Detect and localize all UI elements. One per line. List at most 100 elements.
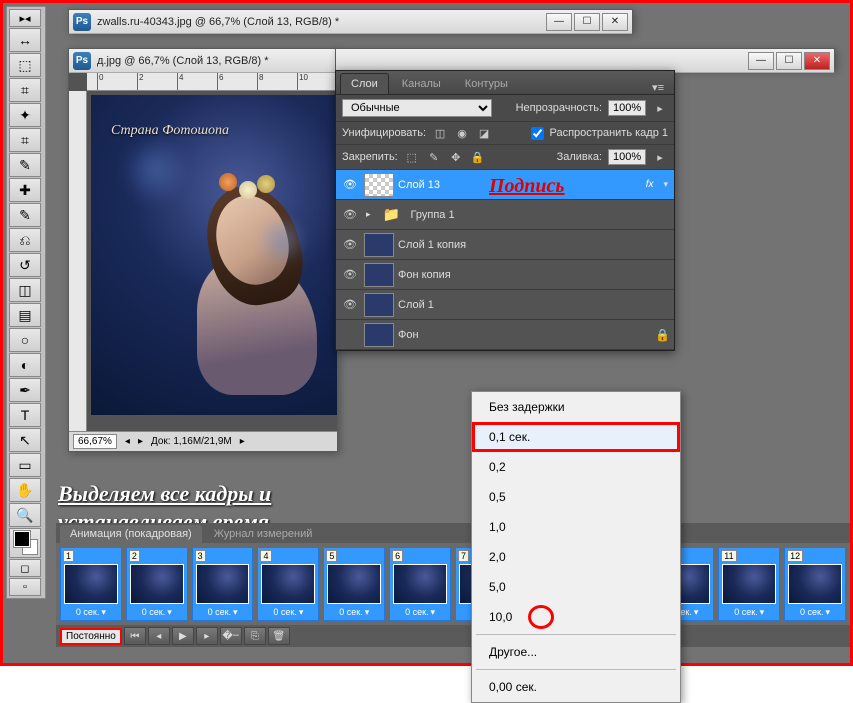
delay-option-highlighted[interactable]: 0,1 сек. xyxy=(472,422,680,452)
frame-delay-label[interactable]: 0 сек. xyxy=(208,607,231,618)
minimize-button[interactable]: — xyxy=(546,13,572,31)
layer-row[interactable]: 👁 Фон копия xyxy=(336,260,674,290)
layer-thumbnail[interactable] xyxy=(364,323,394,347)
chevron-down-icon[interactable]: ▾ xyxy=(167,607,172,618)
heal-tool[interactable]: ✚ xyxy=(9,178,41,202)
frame-delay-label[interactable]: 0 сек. xyxy=(273,607,296,618)
tab-measurement-log[interactable]: Журнал измерений xyxy=(204,525,323,543)
chevron-down-icon[interactable]: ▾ xyxy=(431,607,436,618)
animation-frame[interactable]: 2 0 сек.▾ xyxy=(126,547,188,621)
lock-all-icon[interactable]: 🔒 xyxy=(470,150,486,164)
type-tool[interactable]: T xyxy=(9,403,41,427)
layer-row[interactable]: Фон 🔒 xyxy=(336,320,674,350)
lock-transparency-icon[interactable]: ⬚ xyxy=(404,150,420,164)
close-button[interactable]: ✕ xyxy=(602,13,628,31)
chevron-down-icon[interactable]: ▾ xyxy=(661,179,670,190)
prev-frame-button[interactable]: ◂ xyxy=(148,627,170,645)
loop-mode-select[interactable]: Постоянно xyxy=(60,628,122,645)
screen-mode-toggle[interactable]: ▫ xyxy=(9,578,41,596)
delay-option[interactable]: 2,0 xyxy=(472,542,680,572)
chevron-down-icon[interactable]: ▾ xyxy=(101,607,106,618)
opacity-input[interactable] xyxy=(608,100,646,116)
animation-frame[interactable]: 6 0 сек.▾ xyxy=(389,547,451,621)
chevron-down-icon[interactable]: ▾ xyxy=(825,607,830,618)
tab-animation[interactable]: Анимация (покадровая) xyxy=(60,525,202,543)
lock-position-icon[interactable]: ✥ xyxy=(448,150,464,164)
history-brush-tool[interactable]: ↺ xyxy=(9,253,41,277)
delay-option-other[interactable]: Другое... xyxy=(472,637,680,667)
visibility-icon[interactable]: 👁 xyxy=(340,238,360,251)
fill-input[interactable] xyxy=(608,149,646,165)
unify-style-icon[interactable]: ◪ xyxy=(476,126,492,140)
animation-frame[interactable]: 11 0 сек.▾ xyxy=(718,547,780,621)
animation-frame[interactable]: 4 0 сек.▾ xyxy=(257,547,319,621)
foreground-color-swatch[interactable] xyxy=(14,531,30,547)
chevron-down-icon[interactable]: ▾ xyxy=(694,607,699,618)
tab-layers[interactable]: Слои xyxy=(340,73,389,94)
tween-button[interactable]: �ⵈ xyxy=(220,627,242,645)
close-button[interactable]: ✕ xyxy=(804,52,830,70)
layer-thumbnail[interactable] xyxy=(364,293,394,317)
minimize-button[interactable]: — xyxy=(748,52,774,70)
chevron-down-icon[interactable]: ▾ xyxy=(299,607,304,618)
layer-thumbnail[interactable] xyxy=(364,263,394,287)
unify-visibility-icon[interactable]: ◉ xyxy=(454,126,470,140)
panel-menu-icon[interactable]: ▾≡ xyxy=(646,81,670,94)
chevron-down-icon[interactable]: ▾ xyxy=(760,607,765,618)
pen-tool[interactable]: ✒ xyxy=(9,378,41,402)
dodge-tool[interactable]: ◐ xyxy=(9,353,41,377)
marquee-tool[interactable]: ⬚ xyxy=(9,53,41,77)
delay-option[interactable]: 10,0 xyxy=(472,602,680,632)
gradient-tool[interactable]: ▤ xyxy=(9,303,41,327)
tab-paths[interactable]: Контуры xyxy=(454,73,519,94)
color-swatches[interactable] xyxy=(9,528,41,558)
shape-tool[interactable]: ▭ xyxy=(9,453,41,477)
animation-frame[interactable]: 1 0 сек.▾ xyxy=(60,547,122,621)
blur-tool[interactable]: ○ xyxy=(9,328,41,352)
layer-name[interactable]: Группа 1 xyxy=(411,209,670,221)
crop-tool[interactable]: ⌗ xyxy=(9,128,41,152)
visibility-icon[interactable]: 👁 xyxy=(340,268,360,281)
layer-name[interactable]: Слой 1 xyxy=(398,299,670,311)
zoom-tool[interactable]: 🔍 xyxy=(9,503,41,527)
layer-row[interactable]: 👁 Слой 1 xyxy=(336,290,674,320)
delay-option[interactable]: 0,5 xyxy=(472,482,680,512)
layer-row[interactable]: 👁 Слой 1 копия xyxy=(336,230,674,260)
duplicate-frame-button[interactable]: ⎘ xyxy=(244,627,266,645)
delay-option[interactable]: Без задержки xyxy=(472,392,680,422)
first-frame-button[interactable]: ⏮ xyxy=(124,627,146,645)
layer-name[interactable]: Слой 1 копия xyxy=(398,239,670,251)
frame-delay-label[interactable]: 0 сек. xyxy=(800,607,823,618)
visibility-icon[interactable]: 👁 xyxy=(340,178,360,191)
layer-name[interactable]: Фон xyxy=(398,329,651,341)
delay-current[interactable]: 0,00 сек. xyxy=(472,672,680,702)
expand-icon[interactable]: ▸ xyxy=(364,209,373,220)
wand-tool[interactable]: ✦ xyxy=(9,103,41,127)
stamp-tool[interactable]: ⎌ xyxy=(9,228,41,252)
lasso-tool[interactable]: ⌗ xyxy=(9,78,41,102)
maximize-button[interactable]: ☐ xyxy=(574,13,600,31)
canvas[interactable]: Страна Фотошопа xyxy=(87,91,337,431)
layer-thumbnail[interactable] xyxy=(364,173,394,197)
chevron-right-icon[interactable]: ▸ xyxy=(652,101,668,115)
layer-row[interactable]: 👁 ▸ 📁 Группа 1 xyxy=(336,200,674,230)
toolbar-handle[interactable]: ▸◂ xyxy=(9,9,41,27)
maximize-button[interactable]: ☐ xyxy=(776,52,802,70)
eraser-tool[interactable]: ◫ xyxy=(9,278,41,302)
frame-delay-label[interactable]: 0 сек. xyxy=(405,607,428,618)
delay-option[interactable]: 0,2 xyxy=(472,452,680,482)
layer-thumbnail[interactable] xyxy=(364,233,394,257)
frame-delay-label[interactable]: 0 сек. xyxy=(142,607,165,618)
brush-tool[interactable]: ✎ xyxy=(9,203,41,227)
zoom-level[interactable]: 66,67% xyxy=(73,434,117,449)
frame-delay-label[interactable]: 0 сек. xyxy=(339,607,362,618)
animation-frame[interactable]: 12 0 сек.▾ xyxy=(784,547,846,621)
move-tool[interactable]: ↔ xyxy=(9,28,41,52)
next-frame-button[interactable]: ▸ xyxy=(196,627,218,645)
blend-mode-select[interactable]: Обычные xyxy=(342,99,492,117)
fx-badge[interactable]: fx xyxy=(642,179,658,190)
chevron-down-icon[interactable]: ▾ xyxy=(365,607,370,618)
quickmask-toggle[interactable]: ◻ xyxy=(9,559,41,577)
delay-option[interactable]: 1,0 xyxy=(472,512,680,542)
tab-channels[interactable]: Каналы xyxy=(391,73,452,94)
